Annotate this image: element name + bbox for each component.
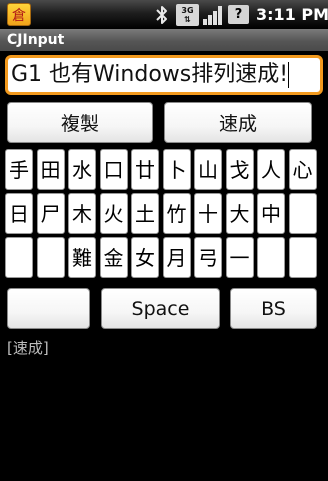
cangjie-key[interactable]: 田 (36, 149, 65, 190)
cangjie-key[interactable]: 大 (225, 193, 254, 234)
cangjie-key[interactable]: 月 (162, 237, 191, 278)
cangjie-key[interactable]: 尸 (36, 193, 65, 234)
text-input-value: G1 也有Windows排列速成! (11, 62, 289, 87)
signal-strength-icon (203, 6, 222, 25)
cangjie-key[interactable]: 手 (5, 149, 33, 190)
text-cursor (288, 62, 290, 88)
app-notification-icon[interactable]: 倉 (7, 3, 31, 26)
cangjie-key[interactable]: 土 (131, 193, 159, 234)
cangjie-key[interactable]: 人 (257, 149, 285, 190)
cangjie-key[interactable] (288, 193, 317, 234)
blank-key-button[interactable] (7, 288, 90, 329)
cangjie-key[interactable]: 日 (5, 193, 33, 234)
cangjie-key[interactable]: 卜 (162, 149, 191, 190)
cangjie-key[interactable] (5, 237, 33, 278)
copy-button[interactable]: 複製 (7, 102, 153, 143)
network-3g-icon: 3G ⇅ (176, 4, 199, 26)
cangjie-key[interactable]: 難 (68, 237, 96, 278)
cangjie-key[interactable]: 十 (194, 193, 222, 234)
cangjie-key[interactable]: 弓 (194, 237, 222, 278)
cangjie-key[interactable] (257, 237, 285, 278)
status-clock: 3:11 PM (256, 5, 328, 24)
cangjie-key[interactable]: 中 (257, 193, 285, 234)
cangjie-key[interactable]: 火 (99, 193, 128, 234)
bluetooth-icon (156, 6, 167, 24)
status-bar: 倉 3G ⇅ ? 3:11 PM (0, 0, 328, 29)
cangjie-key[interactable]: 山 (194, 149, 222, 190)
cangjie-key[interactable]: 木 (68, 193, 96, 234)
text-input-field[interactable]: G1 也有Windows排列速成! (5, 55, 323, 95)
cangjie-key[interactable]: 竹 (162, 193, 191, 234)
cangjie-key[interactable]: 金 (99, 237, 128, 278)
cangjie-key[interactable]: 戈 (225, 149, 254, 190)
space-button[interactable]: Space (101, 288, 220, 329)
cangjie-key[interactable]: 廿 (131, 149, 159, 190)
cangjie-key[interactable] (36, 237, 65, 278)
quick-mode-button[interactable]: 速成 (164, 102, 312, 143)
battery-unknown-icon: ? (228, 5, 249, 24)
cangjie-key[interactable]: 女 (131, 237, 159, 278)
data-activity-arrows-icon: ⇅ (184, 15, 191, 24)
cangjie-key[interactable]: 口 (99, 149, 128, 190)
backspace-button[interactable]: BS (230, 288, 317, 329)
cangjie-key[interactable]: 心 (288, 149, 317, 190)
app-title: CJInput (7, 32, 65, 48)
input-mode-indicator: [速成] (7, 339, 49, 357)
network-3g-label: 3G (181, 6, 194, 15)
cangjie-key[interactable]: 水 (68, 149, 96, 190)
cangjie-key[interactable]: 一 (225, 237, 254, 278)
title-bar: CJInput (0, 29, 328, 51)
cangjie-key[interactable] (288, 237, 317, 278)
